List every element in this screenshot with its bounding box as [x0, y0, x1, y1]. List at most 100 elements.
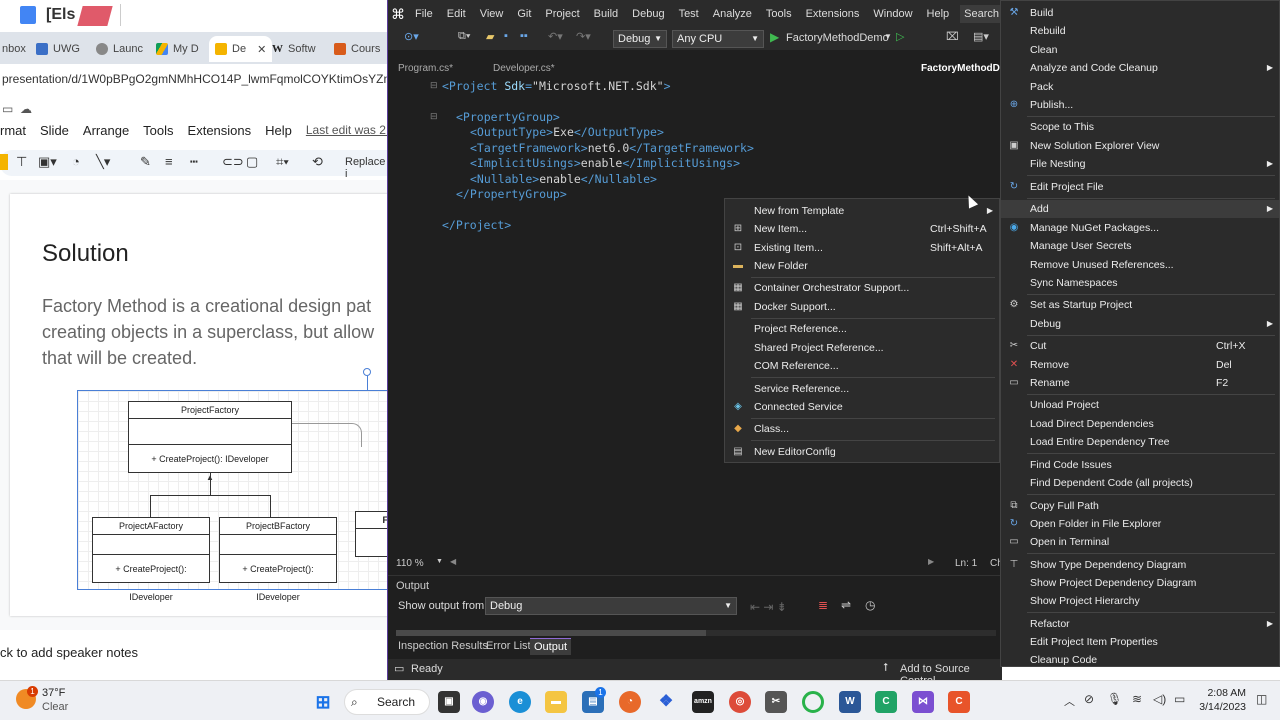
link-icon[interactable]: ⊂⊃ [222, 154, 244, 170]
menu-item-new-solution-view[interactable]: ▣ New Solution Explorer View [1001, 137, 1279, 155]
menu-item-analyze-cleanup[interactable]: Analyze and Code Cleanup ▶ [1001, 59, 1279, 77]
chrome-icon[interactable]: ◎ [729, 691, 751, 713]
menu-item-remove-unused-references[interactable]: Remove Unused References... [1001, 256, 1279, 274]
collapse-icon[interactable]: ⊟ [430, 111, 438, 122]
slide-body-line[interactable]: Factory Method is a creational design pa… [42, 296, 371, 317]
browser-tab-inbox[interactable]: nbox [2, 36, 26, 62]
line-dash-icon[interactable]: ┅ [190, 154, 198, 170]
menu-item-cut[interactable]: ✂ Cut Ctrl+X [1001, 337, 1279, 355]
weather-temp[interactable]: 37°F [42, 687, 65, 699]
back-icon[interactable]: ⊙▾ [404, 30, 419, 43]
menu-item-pack[interactable]: Pack [1001, 78, 1279, 96]
battery-icon[interactable]: ▭ [1174, 692, 1185, 706]
save-all-icon[interactable]: ▪▪ [520, 30, 528, 42]
menu-item-open-terminal[interactable]: ▭ Open in Terminal [1001, 533, 1279, 551]
menu-window[interactable]: Window [866, 8, 919, 20]
menu-item-file-nesting[interactable]: File Nesting ▶ [1001, 155, 1279, 173]
doc-tab-active[interactable]: FactoryMethodD [921, 63, 1000, 74]
amazon-icon[interactable]: amzn [692, 691, 714, 713]
volume-icon[interactable]: ◁) [1153, 692, 1166, 706]
menu-test[interactable]: Test [672, 8, 706, 20]
layout-icon[interactable]: ▤▾ [973, 30, 989, 43]
menu-debug[interactable]: Debug [625, 8, 671, 20]
slide-title[interactable]: Solution [42, 240, 129, 268]
shape-icon[interactable]: ◔ [72, 154, 80, 169]
dropbox-icon[interactable]: ❖ [655, 691, 677, 713]
menu-item-new-item[interactable]: ⊞ New Item... Ctrl+Shift+A [725, 220, 999, 238]
platform-dropdown[interactable]: Any CPU ▼ [672, 30, 764, 48]
redo-icon[interactable]: ↷▾ [576, 30, 591, 43]
red-app-icon[interactable]: C [948, 691, 970, 713]
menu-item-docker-support[interactable]: ▦ Docker Support... [725, 298, 999, 316]
undo-icon[interactable]: ↶▾ [548, 30, 563, 43]
menu-item-project-dependency-diagram[interactable]: Show Project Dependency Diagram [1001, 574, 1279, 592]
pen-icon[interactable]: ✎ [140, 154, 151, 170]
menu-item-edit-project-file[interactable]: ↻ Edit Project File [1001, 178, 1279, 196]
menu-item-sync-namespaces[interactable]: Sync Namespaces [1001, 274, 1279, 292]
menu-analyze[interactable]: Analyze [706, 8, 759, 20]
close-icon[interactable]: ✕ [257, 43, 266, 56]
menu-extensions[interactable]: Extensions [188, 123, 252, 145]
menu-format[interactable]: rmat [0, 123, 26, 145]
browser-tab-drive[interactable]: My D [156, 36, 199, 62]
menu-item-scope-to-this[interactable]: Scope to This [1001, 118, 1279, 136]
menu-edit[interactable]: Edit [440, 8, 473, 20]
address-bar[interactable]: presentation/d/1W0pBPgO2gmNMhHCO14P_lwmF… [0, 64, 390, 94]
slide-body-line[interactable]: that will be created. [42, 348, 197, 369]
menu-help[interactable]: Help [920, 8, 957, 20]
menu-file[interactable]: File [408, 8, 440, 20]
run-target-button[interactable]: FactoryMethodDemo [786, 32, 889, 44]
line-icon[interactable]: ╲▾ [96, 154, 110, 170]
menu-item-new-folder[interactable]: ▬ New Folder [725, 257, 999, 275]
browser-tab-uwg[interactable]: UWG [36, 36, 80, 62]
clock-date[interactable]: 3/14/2023 [1196, 701, 1246, 713]
recording-app-icon[interactable] [802, 691, 824, 713]
chevron-down-icon[interactable]: ▼ [884, 32, 892, 41]
highlight-icon[interactable] [0, 154, 8, 170]
rotate-handle[interactable] [363, 368, 371, 376]
clock-time[interactable]: 2:08 AM [1200, 687, 1246, 699]
menu-item-new-from-template[interactable]: New from Template ▶ [725, 202, 999, 220]
menu-item-service-reference[interactable]: Service Reference... [725, 380, 999, 398]
speaker-notes[interactable]: ck to add speaker notes [0, 645, 138, 660]
menu-item-refactor[interactable]: Refactor ▶ [1001, 615, 1279, 633]
textbox-icon[interactable]: ⊤ [16, 154, 27, 170]
notification-icon[interactable]: ◫ [1256, 692, 1267, 706]
menu-item-load-dep-tree[interactable]: Load Entire Dependency Tree [1001, 433, 1279, 451]
menu-item-find-dependent-code[interactable]: Find Dependent Code (all projects) [1001, 474, 1279, 492]
snipping-tool-icon[interactable]: ✂ [765, 691, 787, 713]
save-icon[interactable]: ▪ [504, 30, 508, 42]
tray-app-icon[interactable]: ⊘ [1084, 692, 1094, 706]
reset-image-icon[interactable]: ⟲ [312, 154, 323, 170]
vs-search-box[interactable]: Search [960, 5, 1002, 23]
menu-item-cleanup-code[interactable]: Cleanup Code [1001, 651, 1279, 667]
tab-output[interactable]: Output [530, 638, 572, 655]
browser-tab-slides[interactable]: De ✕ [209, 36, 273, 62]
clear-all-icon[interactable]: ≣ [818, 598, 828, 612]
menu-item-clean[interactable]: Clean [1001, 41, 1279, 59]
windows-start-icon[interactable]: ⊞ [312, 691, 334, 713]
output-scrollbar[interactable] [396, 630, 996, 636]
menu-item-rename[interactable]: ▭ Rename F2 [1001, 374, 1279, 392]
menu-item-add[interactable]: Add ▶ [1001, 200, 1279, 218]
new-project-icon[interactable]: ⧉▾ [458, 30, 470, 43]
add-to-source-control-button[interactable]: Add to Source Control [900, 663, 1002, 680]
menu-item-shared-project-reference[interactable]: Shared Project Reference... [725, 339, 999, 357]
chevron-up-icon[interactable]: ︿ [1064, 693, 1075, 709]
green-app-icon[interactable]: C [875, 691, 897, 713]
doc-tab-developer[interactable]: Developer.cs* [493, 63, 555, 74]
menu-item-load-direct-deps[interactable]: Load Direct Dependencies [1001, 415, 1279, 433]
scrollbar-thumb[interactable] [396, 630, 706, 636]
microphone-icon[interactable]: 🎙 [1107, 692, 1122, 706]
chat-icon[interactable]: ◉ [472, 691, 494, 713]
menu-item-com-reference[interactable]: COM Reference... [725, 357, 999, 375]
menu-item-manage-user-secrets[interactable]: Manage User Secrets [1001, 237, 1279, 255]
comment-icon[interactable]: ▢ [246, 154, 258, 170]
menu-item-set-startup[interactable]: ⚙ Set as Startup Project [1001, 296, 1279, 314]
task-view-icon[interactable]: ▣ [438, 691, 460, 713]
doc-tab-program[interactable]: Program.cs* [398, 63, 453, 74]
zoom-level[interactable]: 110 % [396, 558, 424, 569]
menu-extensions[interactable]: Extensions [799, 8, 867, 20]
menu-item-manage-nuget[interactable]: ◉ Manage NuGet Packages... [1001, 219, 1279, 237]
menu-item-edit-item-properties[interactable]: Edit Project Item Properties [1001, 633, 1279, 651]
